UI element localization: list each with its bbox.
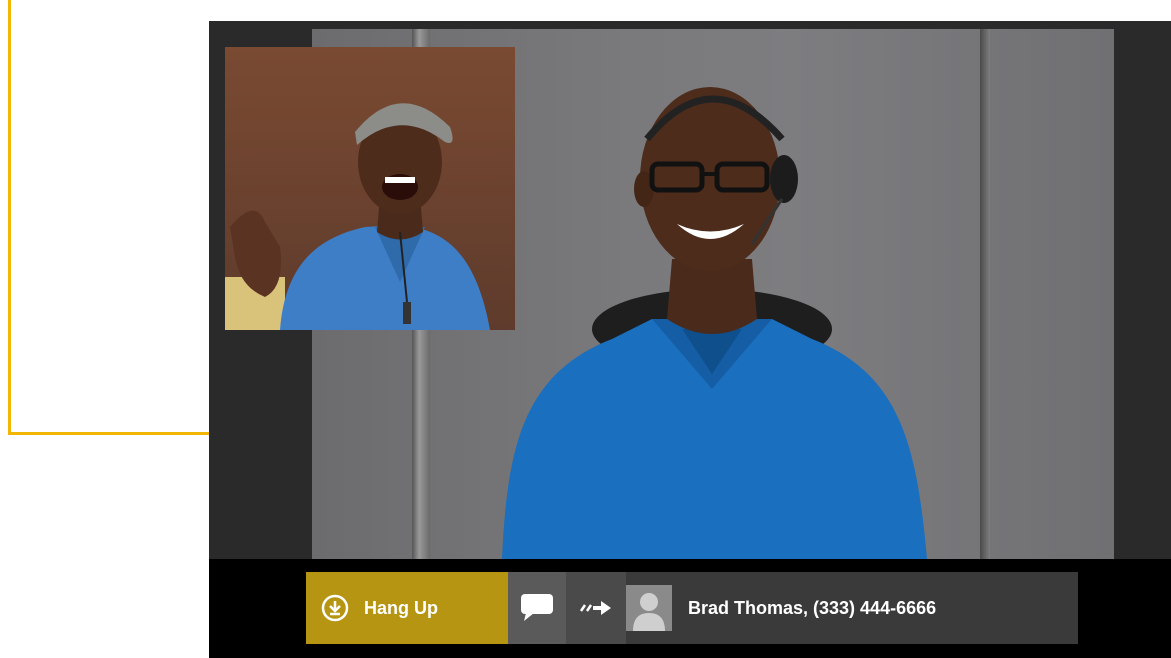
chat-bubble-icon	[521, 594, 553, 621]
transfer-call-button[interactable]	[566, 572, 626, 644]
contact-avatar	[626, 585, 672, 631]
hang-up-label: Hang Up	[364, 597, 438, 618]
transfer-arrow-icon	[579, 601, 611, 615]
contact-name-number: Brad Thomas, (333) 444-6666	[688, 597, 937, 618]
local-person-image	[225, 103, 490, 330]
person-silhouette-icon	[633, 593, 665, 631]
call-toolbar: Hang Up Brad Thomas, (333) 444-6666	[209, 559, 1171, 658]
hang-up-button[interactable]: Hang Up	[306, 572, 508, 644]
callout-line-vertical	[8, 0, 11, 435]
self-view-video	[225, 47, 515, 330]
download-circle-icon	[321, 594, 349, 622]
video-call-window: Hang Up Brad Thomas, (333) 444-6666	[209, 21, 1171, 658]
call-control-bar: Hang Up Brad Thomas, (333) 444-6666	[306, 572, 1078, 644]
chat-button[interactable]	[508, 572, 566, 644]
